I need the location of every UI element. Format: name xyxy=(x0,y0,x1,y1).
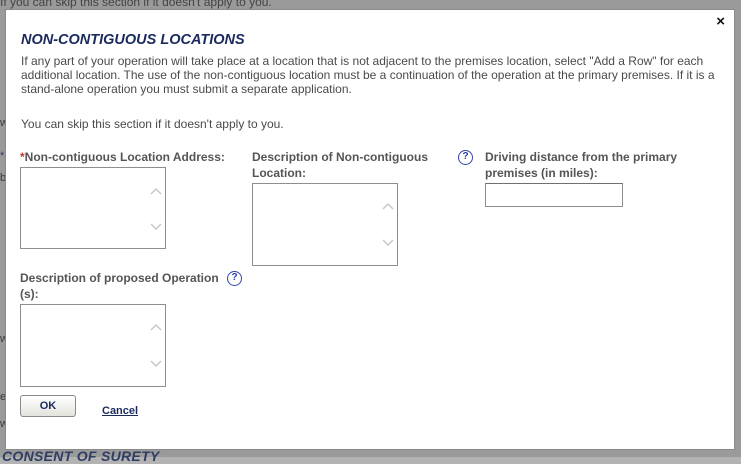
non-contiguous-locations-dialog: × NON-CONTIGUOUS LOCATIONS If any part o… xyxy=(5,9,735,450)
address-textarea[interactable] xyxy=(20,167,166,249)
distance-input[interactable] xyxy=(485,183,623,207)
background-fragment: * xyxy=(0,150,5,162)
scroll-up-icon[interactable] xyxy=(150,186,162,196)
dialog-title: NON-CONTIGUOUS LOCATIONS xyxy=(21,32,245,48)
scroll-up-icon[interactable] xyxy=(382,201,394,211)
scroll-down-icon[interactable] xyxy=(150,359,162,369)
cancel-link[interactable]: Cancel xyxy=(102,405,138,417)
operation-help-icon[interactable]: ? xyxy=(227,271,242,286)
scroll-down-icon[interactable] xyxy=(150,222,162,232)
distance-label: Driving distance from the primary premis… xyxy=(485,150,678,180)
scroll-up-icon[interactable] xyxy=(150,322,162,332)
address-label: *Non-contiguous Location Address: xyxy=(20,149,225,165)
background-section-heading: CONSENT OF SURETY xyxy=(2,448,160,464)
distance-help-icon[interactable]: ? xyxy=(458,150,473,165)
background-skip-text: If you can skip this section if it doesn… xyxy=(0,0,272,9)
operation-label: Description of proposed Operation (s): xyxy=(20,271,219,301)
description-textarea[interactable] xyxy=(252,183,398,266)
close-icon[interactable]: × xyxy=(716,14,725,30)
skip-note: You can skip this section if it doesn't … xyxy=(21,117,284,131)
scroll-down-icon[interactable] xyxy=(382,238,394,248)
intro-text: If any part of your operation will take … xyxy=(21,54,715,96)
address-label-text: Non-contiguous Location Address: xyxy=(24,150,225,164)
description-label: Description of Non-contiguous Location: xyxy=(252,150,428,180)
ok-button[interactable]: OK xyxy=(20,395,76,417)
operation-textarea[interactable] xyxy=(20,304,166,387)
